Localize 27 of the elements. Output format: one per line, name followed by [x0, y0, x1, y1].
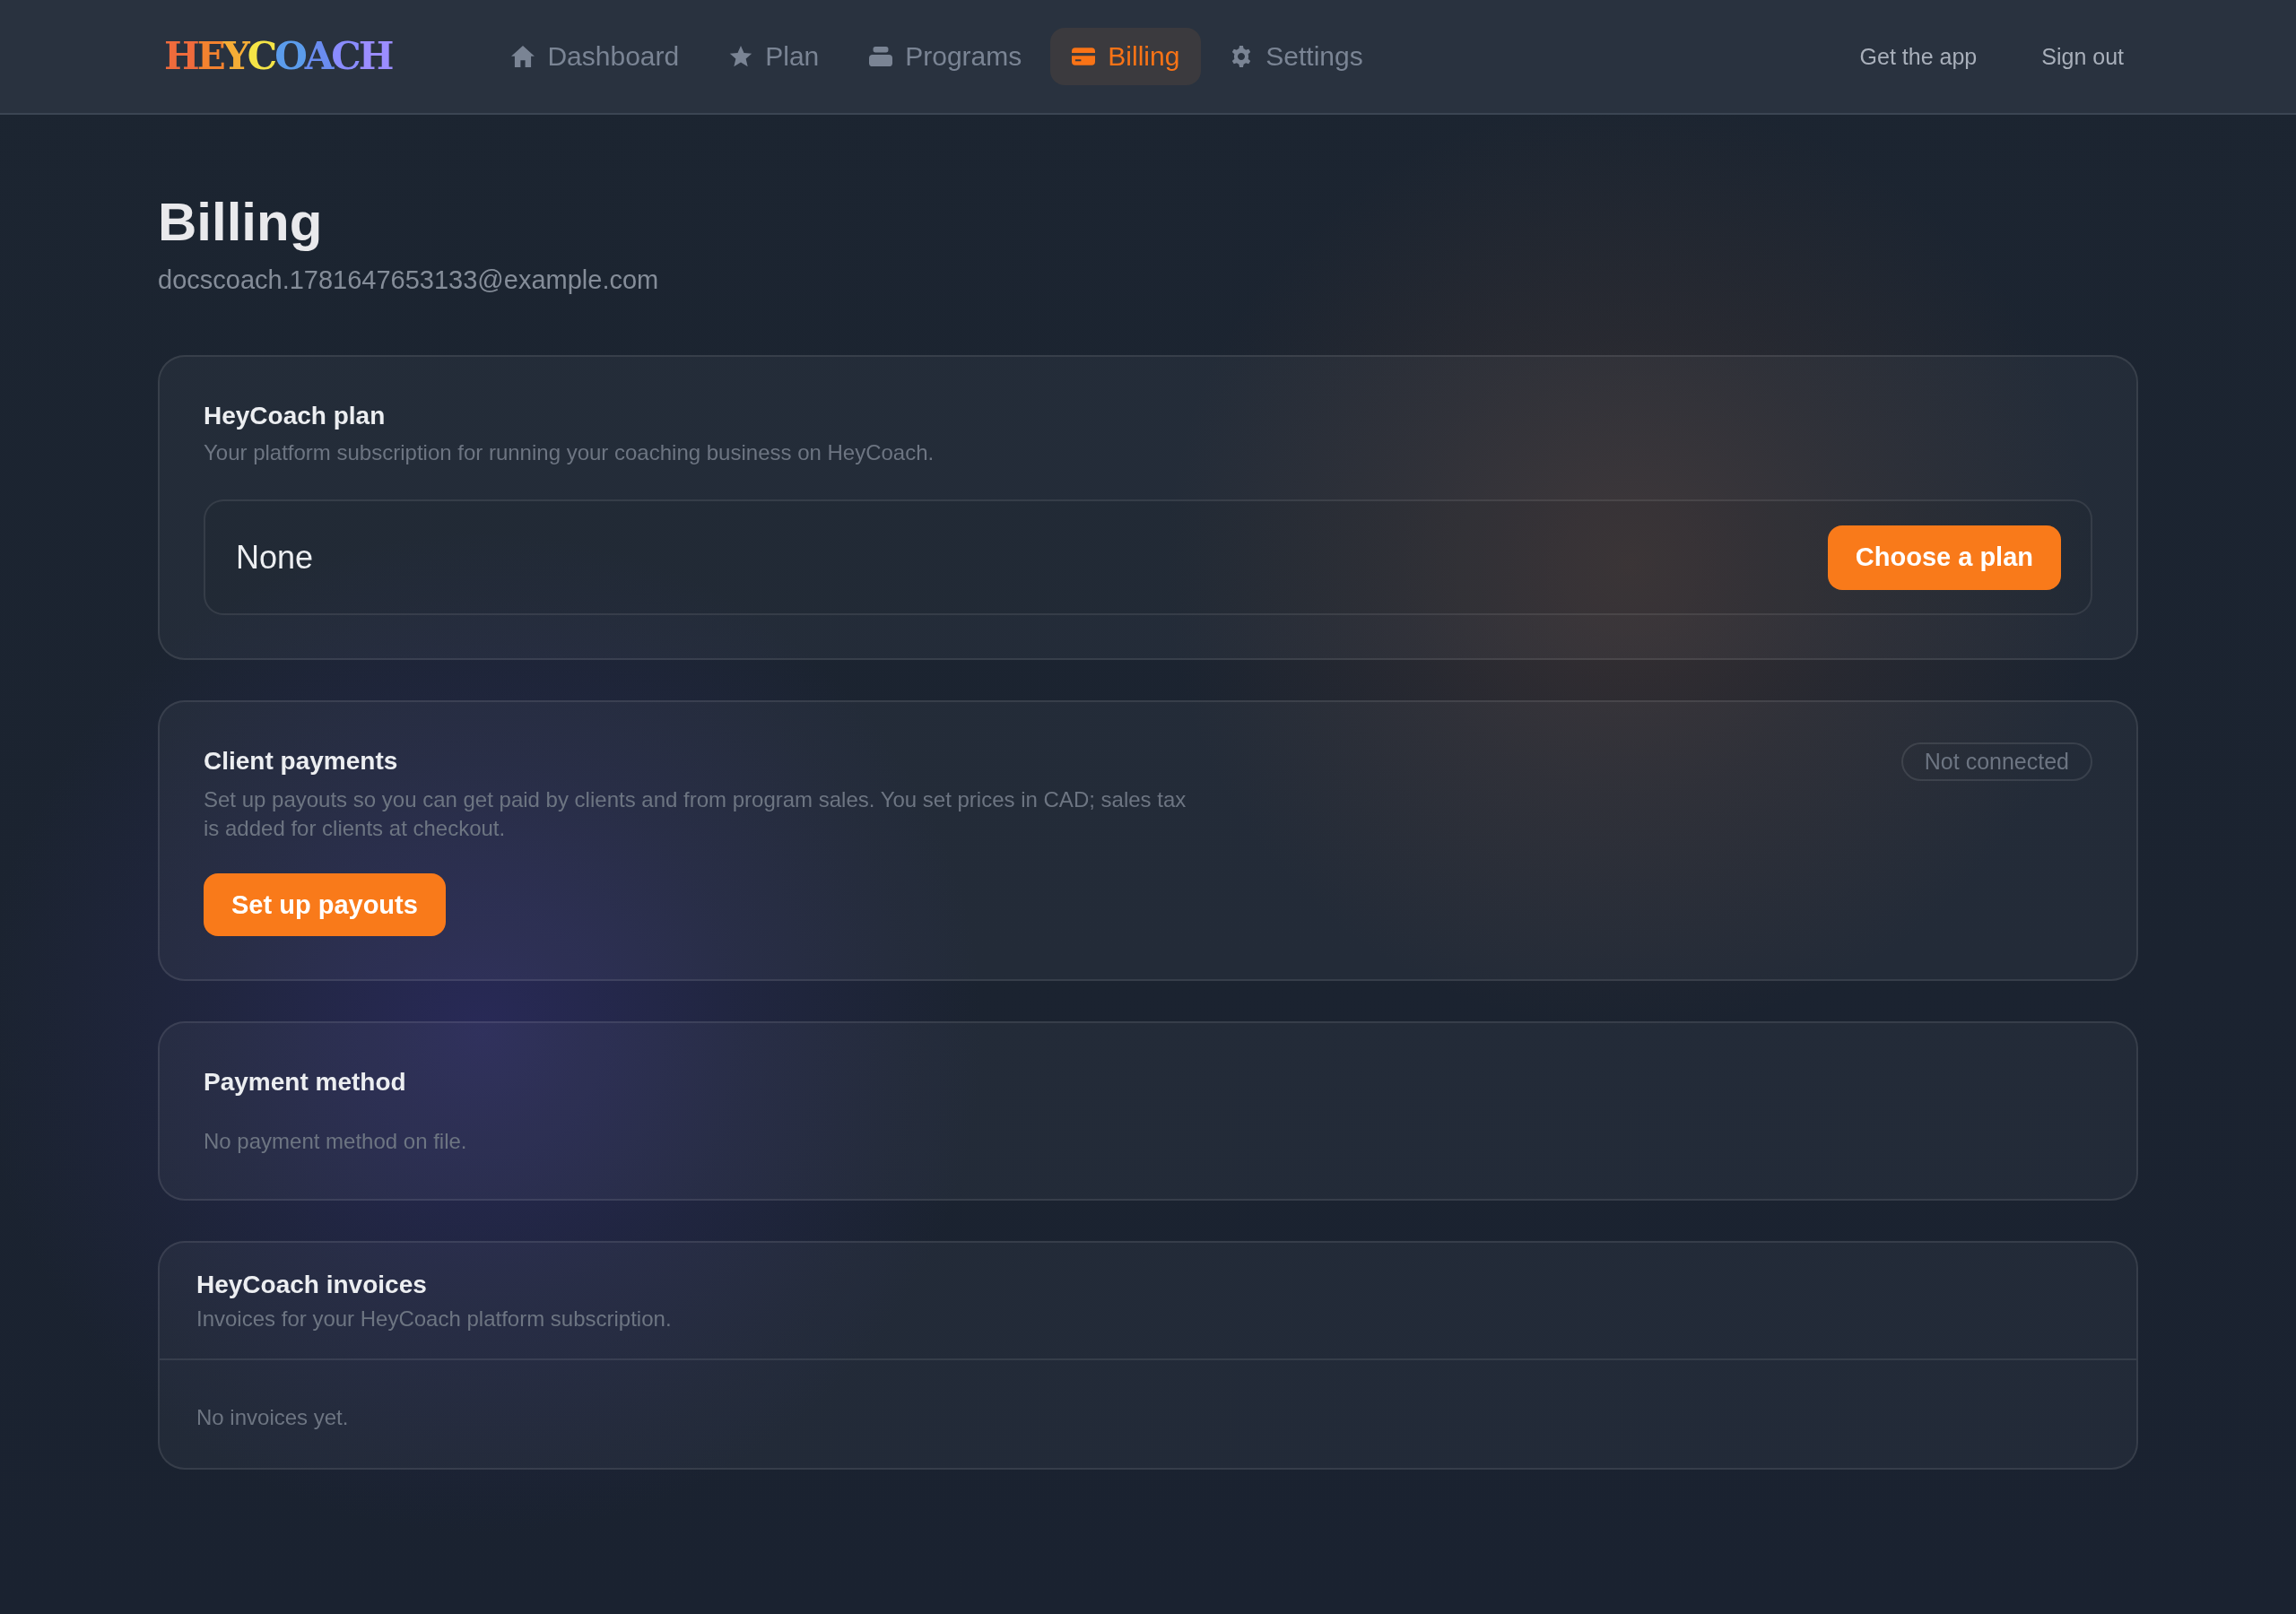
card-title: HeyCoach plan: [204, 400, 386, 431]
page-title: Billing: [158, 191, 323, 254]
empty-message: No invoices yet.: [196, 1404, 349, 1432]
logo[interactable]: HEYCOACH: [164, 38, 392, 75]
choose-plan-button[interactable]: Choose a plan: [1827, 525, 2061, 590]
nav-link[interactable]: Sign out: [2041, 43, 2124, 70]
stack-icon: [869, 46, 893, 67]
card-title: Client payments: [204, 746, 398, 777]
card-description: Set up payouts so you can get paid by clients and from program sales. You set prices in CAD; sales tax is added for clients at checkout.: [204, 786, 1187, 843]
account-email: docscoach.1781647653133@example.com: [158, 265, 659, 296]
home-icon: [511, 46, 535, 67]
set-up-payouts-button[interactable]: Set up payouts: [204, 873, 446, 937]
nav-tab[interactable]: Dashboard: [490, 28, 701, 85]
card-title: HeyCoach invoices: [196, 1269, 427, 1300]
card-description: Your platform subscription for running your coaching business on HeyCoach.: [204, 439, 935, 467]
status-badge: Not connected: [1900, 742, 2092, 781]
current-plan-name: None: [236, 538, 314, 577]
nav-link[interactable]: Get the app: [1859, 43, 1978, 70]
nav-tab[interactable]: Settings: [1208, 28, 1385, 85]
empty-message: No payment method on file.: [204, 1127, 467, 1155]
card-title: Payment method: [204, 1067, 406, 1098]
credit-card-icon: [1072, 46, 1096, 67]
nav-tab[interactable]: Billing: [1050, 28, 1202, 85]
nav-tab[interactable]: Programs: [848, 28, 1044, 85]
nav-tab[interactable]: Plan: [708, 28, 841, 85]
card-description: Invoices for your HeyCoach platform subscription.: [196, 1306, 672, 1333]
star-icon: [729, 46, 753, 67]
